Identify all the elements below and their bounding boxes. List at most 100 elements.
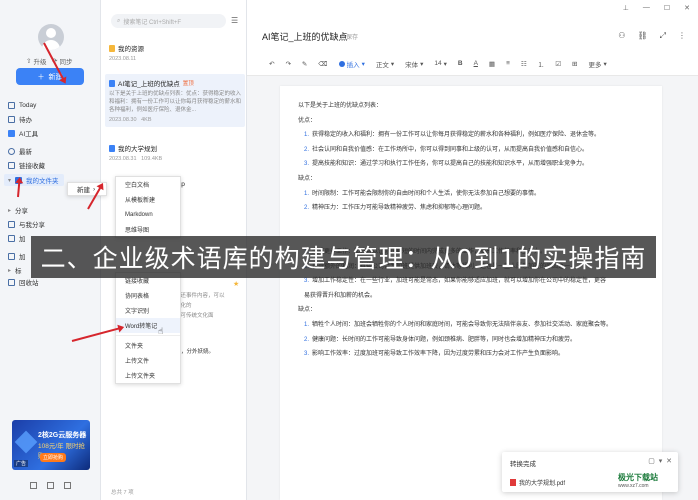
ordered-list-icon[interactable]: ⒈ [538,59,545,69]
bold-icon[interactable]: B [458,60,463,67]
list-item[interactable]: nap [174,181,234,188]
align-icon[interactable]: ≡ [506,60,510,67]
star-icon[interactable]: ★ [233,280,239,288]
maximize-icon[interactable]: ☐ [664,4,670,12]
sidebar-bottom-toolbar [30,482,71,489]
sidebar-item-ai-tools[interactable]: AI工具 [8,127,38,139]
undo-icon[interactable]: ↶ [269,60,274,68]
doc-line: 3. 提高技能和知识：通过学习和执行工作任务，你可以提高自己的技能和知识水平，从而… [304,158,588,167]
sidebar-item-share[interactable]: ▸ 分享 [8,204,28,216]
doc-line-text: 优点： [298,117,317,124]
list-item-snippet[interactable]: ，分外妖娆。 [181,346,241,356]
share-user-icon[interactable]: ⚇ [618,31,625,41]
list-number: 2. [304,146,310,153]
upgrade-button[interactable]: ⇧ 升级 [26,56,46,66]
sidebar-item-tags[interactable]: ▸ 标 [8,264,22,276]
menu-item[interactable]: Word转笔记 [116,318,180,333]
sidebar-item-latest[interactable]: 最新 [8,145,32,157]
table-icon[interactable]: ⊞ [572,60,577,68]
cube-graphic [14,430,38,454]
list-item-snippet[interactable]: 已还事件内容，可以 中化的 中可传统文化面 [175,290,241,320]
highlight-icon[interactable]: ▦ [489,60,495,68]
chevron-right-icon: ▸ [8,207,12,214]
grid-icon[interactable] [47,482,54,489]
sidebar-item-bookmarks[interactable]: 链接收藏 [8,159,45,171]
menu-item[interactable]: 从模板新建 [116,192,180,207]
insert-button[interactable]: 插入 ▾ [338,59,365,69]
redo-icon[interactable]: ↷ [285,60,290,68]
watermark: 极光下载站 www.xz7.com [618,473,658,489]
more-icon[interactable]: ⋮ [678,31,686,41]
chevron-right-icon: › [93,185,96,193]
sidebar-item-todo[interactable]: 待办 [8,113,32,125]
doc-line-text: 易获得晋升和加薪的机会。 [304,292,377,299]
doc-line-text: 缺点： [298,176,317,182]
downloaded-file[interactable]: 我的大学规划.pdf [510,478,565,487]
menu-item[interactable]: 文字识别 [116,303,180,318]
list-icon[interactable]: ☷ [521,60,527,68]
doc-line: 2. 社会认同和自我价值感：在工作场所中，你可以得到同事和上级的认可，从而提高自我… [304,144,588,153]
ad-banner[interactable]: 2核2G云服务器 108元/年 限时抢购 立即抢购 广告 [12,420,90,470]
menu-item[interactable]: 空白文档 [116,177,180,192]
layout-icon[interactable] [30,482,37,489]
more-button[interactable]: 更多 ▾ [588,59,606,69]
ad-cta[interactable]: 立即抢购 [40,453,67,462]
list-number: 1. [304,132,310,139]
sidebar-item-add-1[interactable]: 加 [8,232,26,244]
sidebar-item-add-2[interactable]: 加 [8,250,26,262]
document-page[interactable]: 以下是关于上班的优缺点列表： 优点： 1. 获得稳定的收入和福利：拥有一份工作可以让你… [280,86,662,500]
font-size-select[interactable]: 14 ▾ [434,60,447,68]
chevron-down-icon: ▾ [8,177,12,184]
eraser-icon[interactable]: ⌫ [318,60,327,68]
close-icon[interactable]: ✕ [666,458,672,465]
calendar-icon [8,101,15,109]
font-select[interactable]: 宋体 ▾ [405,59,423,69]
folder-icon [109,44,115,52]
todo-icon[interactable]: ☑ [555,60,561,68]
doc-line: 2. 健康问题：长时间的工作可能导致身体问题，例如颈椎病、肥胖等，同时也会增加精神… [304,334,576,343]
menu-item[interactable]: 上传文件夹 [116,368,180,383]
search-input[interactable]: ⌕ 搜索笔记 Ctrl+Shift+F [111,14,226,28]
doc-line-text: 获得稳定的收入和福利：拥有一份工作可以让你每月获得稳定的薪水和各种福利，例如医疗… [312,132,601,139]
settings-icon[interactable] [64,482,71,489]
close-icon[interactable]: ✕ [684,4,690,12]
hand-cursor-icon: ☝ [158,326,164,336]
ad-tag: 广告 [14,460,29,467]
list-item[interactable]: 我的资源 2023.08.11 [109,43,243,62]
chevron-down-icon[interactable]: ▾ [659,458,663,465]
sort-icon[interactable]: ☰ [231,16,238,25]
doc-line-text: 健康问题：长时间的工作可能导致身体问题，例如颈椎病、肥胖等，同时也会增加精神压力… [312,336,577,343]
list-number: 3. [304,278,310,285]
sidebar-item-shared-with-me[interactable]: 与我分享 [8,218,45,230]
new-button[interactable]: ＋新建 [16,68,84,85]
pin-icon[interactable]: ⊥ [623,4,629,12]
link-icon[interactable]: ⛓ [637,31,647,41]
menu-item[interactable]: 协同表格 [116,288,180,303]
font-color-icon[interactable]: A [474,60,478,67]
ai-note-icon [109,79,115,87]
format-painter-icon[interactable]: ✎ [302,60,307,68]
doc-line: 3. 影响工作效率：过度加班可能导致工作效率下降，因为过度劳累和压力会对工作产生负… [304,348,564,357]
menu-item[interactable]: 文件夹 [116,338,180,353]
chevron-down-icon: ▾ [603,60,607,68]
menu-item[interactable]: Markdown [116,207,180,222]
app-window: ⇧升级 ⟳同步 ＋新建 Today 待办 AI工具 最新 链接收藏 ▾我的文件夹… [0,0,698,500]
list-item-selected[interactable]: AI笔记_上班的优缺点 置顶 以下是关于上班的优缺点列表：优点：获得稳定的收入和福… [105,74,245,127]
chevron-down-icon: ▾ [390,60,395,68]
list-number: 3. [304,351,310,358]
avatar[interactable] [38,24,64,50]
minimize-icon[interactable]: — [643,4,650,12]
editor-actions: ⚇ ⛓ ⤢ ⋮ [618,31,686,41]
list-item[interactable]: 我的大学规划 2023.08.31 109.4KB [109,143,243,162]
sidebar-item-my-folders[interactable]: ▾ 我的文件夹 [4,174,64,186]
doc-line: 缺点： [298,173,316,182]
menu-item[interactable]: 上传文件 [116,353,180,368]
sidebar-item-today[interactable]: Today [8,99,36,111]
menu-item[interactable]: 思维导图 [116,222,180,237]
folder-open-icon[interactable]: ▢ [648,458,655,465]
plus-icon: ＋ [37,73,45,81]
doc-title[interactable]: AI笔记_上班的优缺点 [262,30,348,43]
expand-icon[interactable]: ⤢ [660,31,666,41]
search-icon: ⌕ [117,17,121,24]
paragraph-select[interactable]: 正文 ▾ [376,59,394,69]
